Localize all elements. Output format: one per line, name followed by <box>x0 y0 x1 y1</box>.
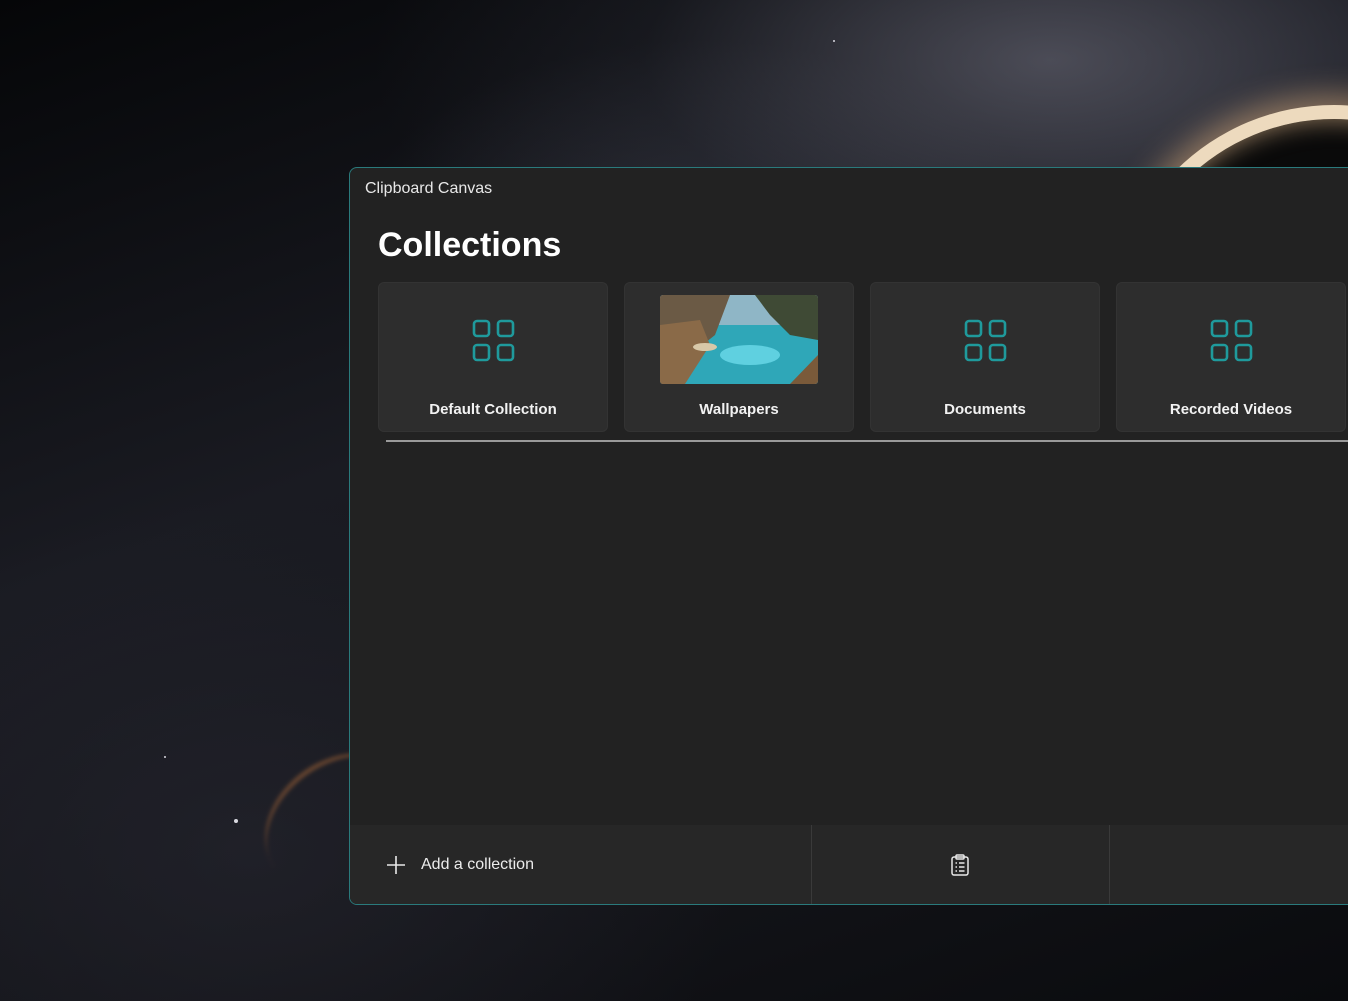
collection-label: Documents <box>944 401 1026 418</box>
bottom-command-bar: Add a collection <box>350 825 1348 904</box>
window-title: Clipboard Canvas <box>365 180 493 197</box>
collection-label: Wallpapers <box>699 401 779 418</box>
landscape-thumbnail <box>660 295 818 384</box>
clipboard-button[interactable] <box>812 825 1108 904</box>
collection-label: Default Collection <box>429 401 557 418</box>
grid-icon <box>964 319 1007 362</box>
collection-label: Recorded Videos <box>1169 401 1293 418</box>
star <box>164 756 166 758</box>
plus-icon <box>387 856 405 874</box>
grid-icon <box>1210 319 1253 362</box>
collection-card-wallpapers[interactable]: Wallpapers <box>624 282 854 432</box>
add-collection-button[interactable]: Add a collection <box>350 825 810 904</box>
add-collection-label: Add a collection <box>421 856 534 873</box>
collection-card-default[interactable]: Default Collection <box>378 282 608 432</box>
collection-card-documents[interactable]: Documents <box>870 282 1100 432</box>
grid-icon <box>472 319 515 362</box>
app-window: Clipboard Canvas Collections Default Col… <box>349 167 1348 905</box>
clipboard-icon <box>951 854 969 876</box>
star <box>833 40 835 42</box>
collections-scrollbar[interactable] <box>386 440 1348 442</box>
collection-card-recorded-videos[interactable]: Recorded Videos <box>1116 282 1346 432</box>
star <box>234 819 238 823</box>
separator <box>1109 825 1110 904</box>
page-title: Collections <box>378 226 562 264</box>
